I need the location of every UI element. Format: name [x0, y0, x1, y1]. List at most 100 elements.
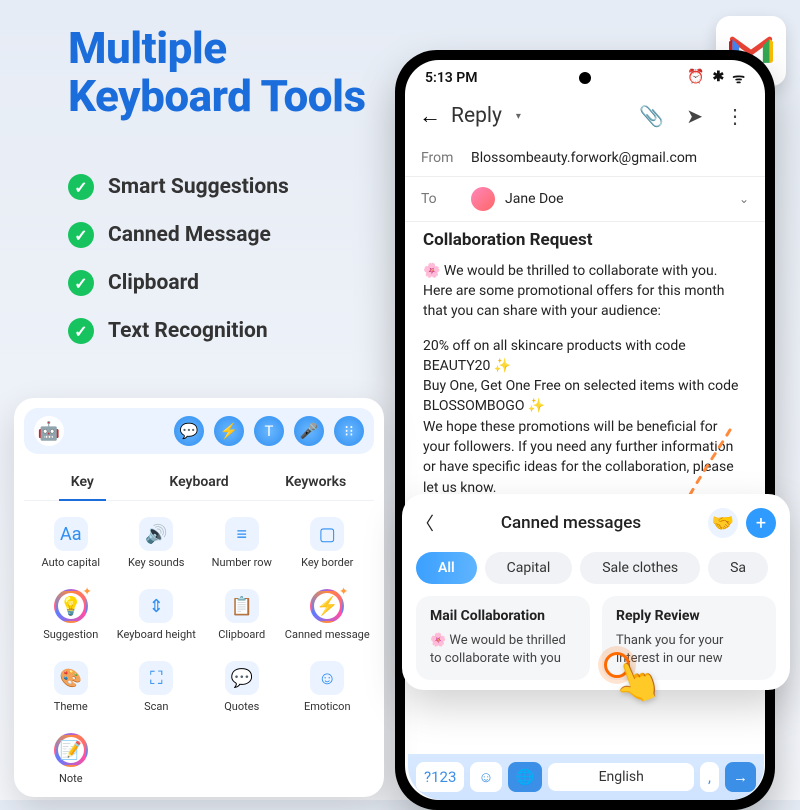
kb-tool-label: Key border [301, 556, 353, 569]
bullet-text-recognition: Text Recognition [68, 318, 289, 344]
check-icon [68, 318, 94, 344]
chip-capital[interactable]: Capital [485, 552, 573, 584]
comma-key[interactable]: , [700, 762, 719, 792]
phone-camera-notch [579, 72, 591, 84]
kb-tool-note[interactable]: 📝Note [28, 729, 114, 795]
kb-tool-keyboard-height[interactable]: ⇕ Keyboard height [114, 585, 200, 651]
sparkle-icon [83, 585, 92, 598]
kb-tool-label: Theme [54, 700, 88, 713]
mic-icon[interactable]: 🎤 [294, 416, 324, 446]
emoji-key[interactable]: ☺ [470, 762, 501, 792]
scan-icon: ⛶ [139, 661, 173, 695]
chip-all[interactable]: All [416, 552, 477, 584]
kb-tool-label: Quotes [224, 700, 259, 713]
chip-sale-clothes[interactable]: Sale clothes [580, 552, 700, 584]
quotes-icon: 💬 [225, 661, 259, 695]
canned-cards: Mail Collaboration 🌸 We would be thrilled… [416, 596, 776, 680]
phone-mockup: 5:13 PM ⏰ ✱ ᯤ ← Reply ▾ 📎 ➤ ⋮ From Bloss… [395, 50, 775, 810]
feature-bullet-list: Smart Suggestions Canned Message Clipboa… [68, 174, 289, 344]
keyboard-height-icon: ⇕ [139, 589, 173, 623]
text-icon[interactable]: T [254, 416, 284, 446]
theme-icon: 🎨 [54, 661, 88, 695]
back-icon[interactable]: ← [419, 103, 441, 129]
chevron-down-icon[interactable]: ⌄ [739, 192, 749, 206]
kb-tool-scan[interactable]: ⛶ Scan [114, 657, 200, 723]
suggestion-icon: 💡 [54, 589, 88, 623]
tab-keyboard[interactable]: Keyboard [141, 464, 258, 500]
from-field[interactable]: From Blossombeauty.forwork@gmail.com [405, 140, 765, 176]
kb-tool-theme[interactable]: 🎨 Theme [28, 657, 114, 723]
kb-tool-clipboard[interactable]: 📋 Clipboard [199, 585, 285, 651]
key-border-icon: ▢ [310, 517, 344, 551]
add-button[interactable]: + [746, 508, 776, 538]
canned-messages-panel: 〈 Canned messages 🤝 + AllCapitalSale clo… [402, 494, 790, 690]
spacebar[interactable]: English [548, 763, 694, 791]
to-field[interactable]: To Jane Doe ⌄ [405, 176, 765, 222]
chevron-down-icon[interactable]: ▾ [516, 111, 521, 122]
kb-tool-suggestion[interactable]: 💡 Suggestion [28, 585, 114, 651]
bolt-icon[interactable]: ⚡ [214, 416, 244, 446]
send-icon[interactable]: ➤ [680, 100, 709, 132]
canned-title: Canned messages [442, 513, 700, 533]
status-time: 5:13 PM [425, 70, 478, 86]
category-chips: AllCapitalSale clothesSa [416, 552, 776, 584]
kb-tool-label: Number row [212, 556, 272, 569]
sparkle-icon [339, 585, 348, 598]
canned-card[interactable]: Mail Collaboration 🌸 We would be thrilled… [416, 596, 590, 680]
bullet-clipboard: Clipboard [68, 270, 289, 296]
bullet-smart-suggestions: Smart Suggestions [68, 174, 289, 200]
back-icon[interactable]: 〈 [416, 510, 434, 536]
more-icon[interactable]: ⋮ [719, 100, 751, 132]
robot-icon[interactable]: 🤖 [34, 416, 64, 446]
keyboard-tools-grid: AaAuto capital 🔊 Key sounds ≡ Number row ▢ Key… [24, 501, 374, 795]
kb-tool-canned-message[interactable]: ⚡ Canned message [285, 585, 371, 651]
tab-key[interactable]: Key [24, 464, 141, 500]
kb-tool-label: Keyboard height [117, 628, 196, 641]
kb-tool-number-row[interactable]: ≡ Number row [199, 513, 285, 579]
bluetooth-icon: ✱ [712, 69, 724, 88]
check-icon [68, 174, 94, 200]
key-sounds-icon: 🔊 [139, 517, 173, 551]
tab-keyworks[interactable]: Keyworks [257, 464, 374, 500]
chip-sa[interactable]: Sa [708, 552, 768, 584]
card-title: Mail Collaboration [430, 608, 576, 624]
keyboard-toolbar: 🤖 💬 ⚡ T 🎤 ⁝⁝ [24, 408, 374, 454]
check-icon [68, 270, 94, 296]
clipboard-icon: 📋 [225, 589, 259, 623]
enter-key[interactable]: → [725, 762, 756, 792]
kb-tool-key-sounds[interactable]: 🔊 Key sounds [114, 513, 200, 579]
bullet-canned-message: Canned Message [68, 222, 289, 248]
keyboard-bottom-row: ?123 ☺ 🌐 English , → [408, 754, 764, 800]
card-body: 🌸 We would be thrilled to collaborate wi… [430, 632, 576, 668]
alarm-icon: ⏰ [687, 69, 704, 88]
kb-tool-auto-capital[interactable]: AaAuto capital [28, 513, 114, 579]
auto-capital-icon: Aa [54, 517, 88, 551]
handshake-icon[interactable]: 🤝 [708, 508, 738, 538]
kb-tool-label: Note [59, 772, 83, 785]
hero-title: Multiple Keyboard Tools [68, 24, 366, 121]
email-subject: Collaboration Request [423, 228, 747, 253]
kb-tool-label: Scan [144, 700, 168, 713]
kb-tool-key-border[interactable]: ▢ Key border [285, 513, 371, 579]
attach-icon[interactable]: 📎 [633, 100, 670, 132]
globe-key[interactable]: 🌐 [508, 762, 543, 792]
canned-message-icon: ⚡ [310, 589, 344, 623]
kb-tool-quotes[interactable]: 💬 Quotes [199, 657, 285, 723]
card-title: Reply Review [616, 608, 762, 624]
compose-app-bar: ← Reply ▾ 📎 ➤ ⋮ [405, 96, 765, 140]
chat-icon[interactable]: 💬 [174, 416, 204, 446]
number-row-icon: ≡ [225, 517, 259, 551]
kb-tool-label: Suggestion [43, 628, 98, 641]
keyboard-tabs: Key Keyboard Keyworks [24, 464, 374, 501]
grid-icon[interactable]: ⁝⁝ [334, 416, 364, 446]
check-icon [68, 222, 94, 248]
recipient-avatar [471, 187, 495, 211]
kb-tool-emoticon[interactable]: ☺Emoticon [285, 657, 371, 723]
kb-tool-label: Clipboard [218, 628, 265, 641]
keyboard-tools-panel: 🤖 💬 ⚡ T 🎤 ⁝⁝ Key Keyboard Keyworks AaAut… [14, 398, 384, 797]
emoticon-icon: ☺ [310, 661, 344, 695]
kb-tool-label: Canned message [285, 628, 370, 641]
symbols-key[interactable]: ?123 [416, 762, 464, 792]
reply-dropdown[interactable]: Reply [451, 104, 502, 128]
kb-tool-label: Key sounds [128, 556, 184, 569]
